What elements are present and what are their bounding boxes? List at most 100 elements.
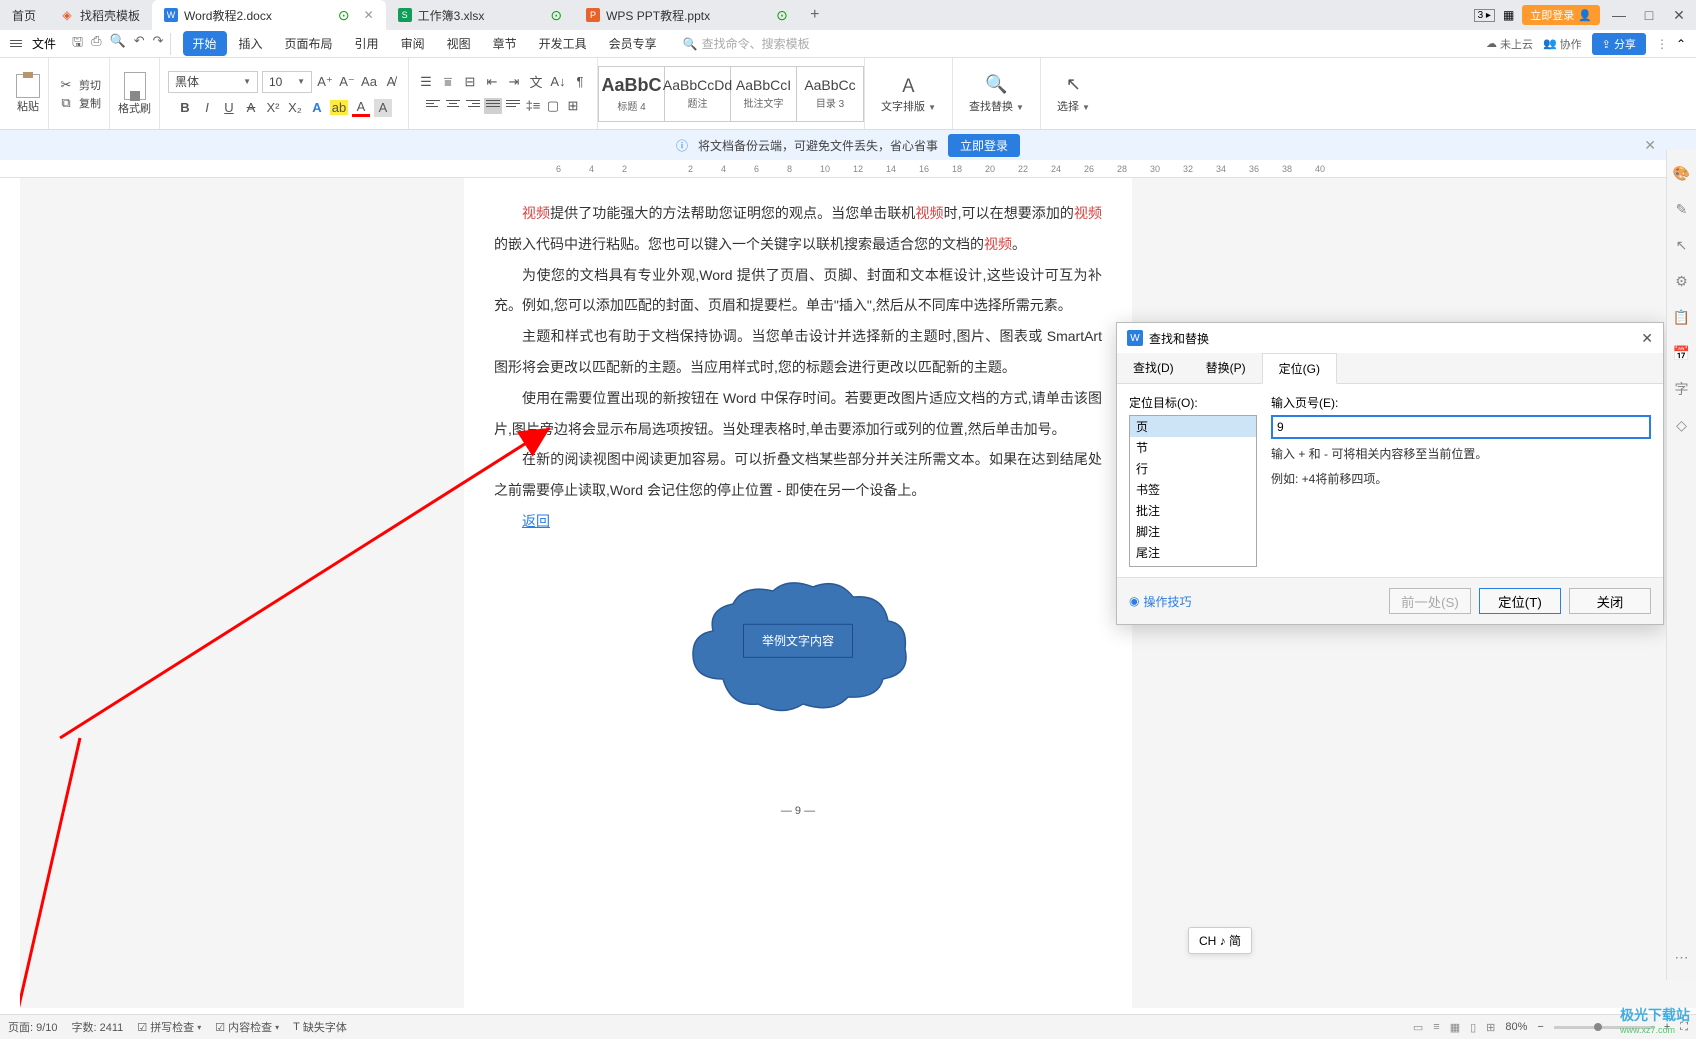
shading-icon[interactable]: ▢ [544, 97, 562, 115]
document-page[interactable]: 视频提供了功能强大的方法帮助您证明您的观点。当您单击联机视频时,可以在想要添加的… [464, 178, 1132, 1008]
content-check-toggle[interactable]: ☑内容检查▾ [215, 1019, 279, 1035]
hamburger-icon[interactable] [6, 36, 26, 51]
multilevel-icon[interactable]: ⊟ [461, 73, 479, 91]
tips-link[interactable]: ◉操作技巧 [1129, 593, 1192, 610]
chevron-up-icon[interactable]: ⌃ [1676, 37, 1686, 51]
find-replace-button[interactable]: 🔍查找替换 ▼ [961, 74, 1032, 114]
superscript-icon[interactable]: X² [264, 99, 282, 117]
brush-icon[interactable] [124, 72, 146, 100]
tab-pptx[interactable]: P WPS PPT教程.pptx ⊙ [574, 0, 800, 30]
menu-review[interactable]: 审阅 [391, 31, 435, 56]
view-print-icon[interactable]: ⊞ [1486, 1021, 1495, 1034]
style-comment[interactable]: AaBbCcI批注文字 [731, 67, 797, 121]
menu-insert[interactable]: 插入 [229, 31, 273, 56]
cloud-shape[interactable]: 举例文字内容 [673, 569, 923, 719]
menu-pagelayout[interactable]: 页面布局 [275, 31, 343, 56]
grid-apps-icon[interactable]: ▦ [1503, 8, 1514, 22]
line-spacing-icon[interactable]: ‡≡ [524, 97, 542, 115]
list-item[interactable]: 页 [1130, 416, 1256, 437]
menu-view[interactable]: 视图 [437, 31, 481, 56]
print-icon[interactable]: ⎙ [91, 33, 101, 55]
zoom-out-icon[interactable]: − [1537, 1021, 1543, 1033]
tab-home[interactable]: 首页 [0, 0, 48, 30]
view-page-icon[interactable]: ▭ [1413, 1021, 1423, 1034]
return-link[interactable]: 返回 [522, 506, 550, 537]
minimize-icon[interactable]: — [1608, 7, 1630, 23]
page-indicator[interactable]: 页面: 9/10 [8, 1019, 58, 1035]
numbering-icon[interactable]: ⩸ [439, 73, 457, 91]
file-menu[interactable]: 文件 [32, 35, 56, 52]
increase-font-icon[interactable]: A⁺ [316, 73, 334, 91]
horizontal-ruler[interactable]: 642246810121416182022242628303234363840 [0, 160, 1696, 178]
dialog-titlebar[interactable]: W 查找和替换 ✕ [1117, 323, 1663, 353]
palette-icon[interactable]: 🎨 [1673, 164, 1691, 182]
decrease-font-icon[interactable]: A⁻ [338, 73, 356, 91]
tab-goto[interactable]: 定位(G) [1262, 353, 1337, 384]
menu-vip[interactable]: 会员专享 [599, 31, 667, 56]
paragraph-4[interactable]: 使用在需要位置出现的新按钮在 Word 中保存时间。若要更改图片适应文档的方式,… [494, 383, 1102, 445]
italic-icon[interactable]: I [198, 99, 216, 117]
align-center-icon[interactable] [444, 98, 462, 114]
tab-find[interactable]: 查找(D) [1117, 353, 1190, 383]
list-item[interactable]: 节 [1130, 437, 1256, 458]
list-item[interactable]: 尾注 [1130, 542, 1256, 563]
ime-indicator[interactable]: CH ♪ 简 [1188, 927, 1252, 954]
tab-replace[interactable]: 替换(P) [1190, 353, 1262, 383]
tab-daokeba[interactable]: ◈ 找稻壳模板 [48, 0, 152, 30]
list-item[interactable]: 书签 [1130, 479, 1256, 500]
window-close-icon[interactable]: ✕ [1668, 7, 1690, 24]
decrease-indent-icon[interactable]: ⇤ [483, 73, 501, 91]
highlight-icon[interactable]: ab [330, 99, 348, 117]
close-tab-icon[interactable]: ✕ [364, 8, 374, 22]
settings-slider-icon[interactable]: ⚙ [1673, 272, 1691, 290]
cloud-status[interactable]: ☁未上云 [1486, 36, 1533, 52]
notif-close-icon[interactable]: ✕ [1644, 137, 1656, 154]
page-number-input[interactable] [1271, 415, 1651, 439]
paragraph-5[interactable]: 在新的阅读视图中阅读更加容易。可以折叠文档某些部分并关注所需文本。如果在达到结尾… [494, 444, 1102, 506]
style-heading4[interactable]: AaBbC标题 4 [599, 67, 665, 121]
font-color-icon[interactable]: A [352, 99, 370, 117]
pen-icon[interactable]: ✎ [1673, 200, 1691, 218]
notif-login-button[interactable]: 立即登录 [948, 134, 1020, 157]
vertical-ruler[interactable] [0, 178, 20, 1008]
list-item[interactable]: 域 [1130, 563, 1256, 567]
bullets-icon[interactable]: ☰ [417, 73, 435, 91]
view-web-icon[interactable]: ▦ [1450, 1021, 1460, 1034]
coop-button[interactable]: 👥协作 [1543, 36, 1582, 52]
prev-button[interactable]: 前一处(S) [1389, 588, 1471, 614]
list-item[interactable]: 批注 [1130, 500, 1256, 521]
char-shading-icon[interactable]: A [374, 99, 392, 117]
change-case-icon[interactable]: Aa [360, 73, 378, 91]
cloud-label[interactable]: 举例文字内容 [743, 624, 853, 658]
align-left-icon[interactable] [424, 98, 442, 114]
undo-icon[interactable]: ↶ [134, 33, 145, 55]
list-item[interactable]: 行 [1130, 458, 1256, 479]
close-button[interactable]: 关闭 [1569, 588, 1651, 614]
paragraph-1[interactable]: 视频提供了功能强大的方法帮助您证明您的观点。当您单击联机视频时,可以在想要添加的… [494, 198, 1102, 260]
translate-icon[interactable]: 字 [1673, 380, 1691, 398]
sort-icon[interactable]: A↓ [549, 73, 567, 91]
dialog-close-icon[interactable]: ✕ [1641, 330, 1653, 347]
calendar-icon[interactable]: 📅 [1673, 344, 1691, 362]
more-vert-icon[interactable]: ⋮ [1656, 37, 1666, 51]
word-count[interactable]: 字数: 2411 [72, 1019, 124, 1035]
spell-check-toggle[interactable]: ☑拼写检查▾ [137, 1019, 201, 1035]
clear-format-icon[interactable]: A̸ [382, 73, 400, 91]
redo-icon[interactable]: ↷ [153, 33, 164, 55]
text-layout-button[interactable]: Ａ文字排版 ▼ [873, 74, 944, 114]
text-dir-icon[interactable]: 文 [527, 73, 545, 91]
zoom-level[interactable]: 80% [1505, 1021, 1527, 1033]
strike-icon[interactable]: A [242, 99, 260, 117]
save-icon[interactable]: 🖫 [72, 33, 83, 55]
select-arrow-icon[interactable]: ↖ [1673, 236, 1691, 254]
add-tab-button[interactable]: + [800, 6, 830, 24]
goto-button[interactable]: 定位(T) [1479, 588, 1561, 614]
text-effect-icon[interactable]: A [308, 99, 326, 117]
increase-indent-icon[interactable]: ⇥ [505, 73, 523, 91]
paragraph-3[interactable]: 主题和样式也有助于文档保持协调。当您单击设计并选择新的主题时,图片、图表或 Sm… [494, 321, 1102, 383]
align-right-icon[interactable] [464, 98, 482, 114]
style-toc3[interactable]: AaBbCc目录 3 [797, 67, 863, 121]
subscript-icon[interactable]: X₂ [286, 99, 304, 117]
style-caption[interactable]: AaBbCcDd题注 [665, 67, 731, 121]
bold-icon[interactable]: B [176, 99, 194, 117]
